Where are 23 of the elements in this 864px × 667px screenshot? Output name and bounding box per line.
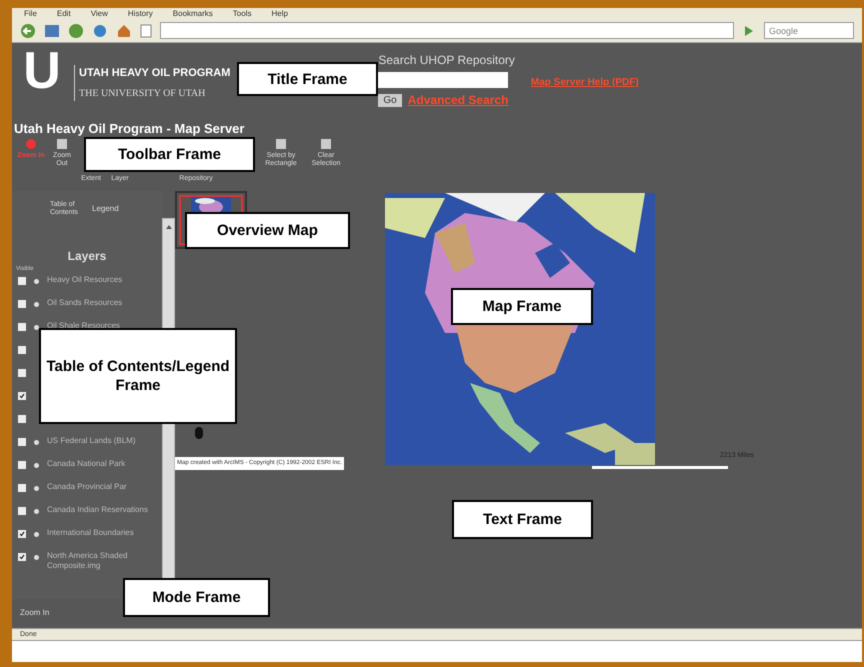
university-name: THE UNIVERSITY OF UTAH xyxy=(79,86,206,100)
frame-label-tooltip: Toolbar Frame xyxy=(84,137,255,172)
layer-name: US Federal Lands (BLM) xyxy=(47,436,136,446)
frame-label-tooltip: Map Frame xyxy=(451,288,593,325)
layer-name: North America Shaded Composite.img xyxy=(47,551,128,571)
program-name: UTAH HEAVY OIL PROGRAM xyxy=(79,66,230,81)
frame-label-tooltip: Text Frame xyxy=(452,500,593,539)
layer-name: International Boundaries xyxy=(47,528,135,538)
logo-letter: U xyxy=(22,47,62,95)
layer-name: Oil Sands Resources xyxy=(47,298,124,308)
layer-name: Canada National Park xyxy=(47,459,126,469)
frame-label-tooltip: Mode Frame xyxy=(123,578,270,617)
search-label: Search UHOP Repository xyxy=(378,52,515,69)
mode-text: Zoom In xyxy=(20,607,50,619)
layer-name: Canada Indian Reservations xyxy=(47,505,149,515)
layer-name: Canada Provincial Par xyxy=(47,482,128,492)
layers-heading: Layers xyxy=(66,248,108,265)
layer-name: Oil Shale Resources xyxy=(47,321,121,331)
layer-name: Heavy Oil Resources xyxy=(47,275,124,285)
frame-label-tooltip: Overview Map xyxy=(185,212,350,249)
frame-label-tooltip: Title Frame xyxy=(237,62,378,96)
page-title: Utah Heavy Oil Program - Map Server xyxy=(14,120,246,137)
frame-label-tooltip: Table of Contents/Legend Frame xyxy=(39,328,237,424)
